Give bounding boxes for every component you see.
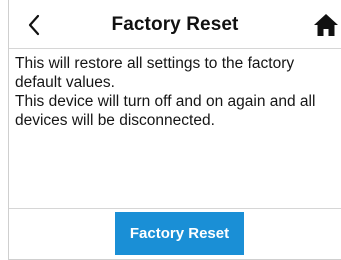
reset-description: This will restore all settings to the fa… [15, 54, 337, 130]
home-button[interactable] [313, 13, 339, 37]
header-bar: Factory Reset [9, 0, 341, 49]
description-line-2: This device will turn off and on again a… [15, 93, 316, 129]
footer-bar: Factory Reset [9, 208, 341, 259]
factory-reset-screen: Factory Reset This will restore all sett… [8, 0, 341, 260]
page-title: Factory Reset [111, 14, 239, 35]
description-line-1: This will restore all settings to the fa… [15, 55, 295, 91]
factory-reset-button[interactable]: Factory Reset [115, 212, 244, 255]
home-icon [314, 14, 338, 36]
